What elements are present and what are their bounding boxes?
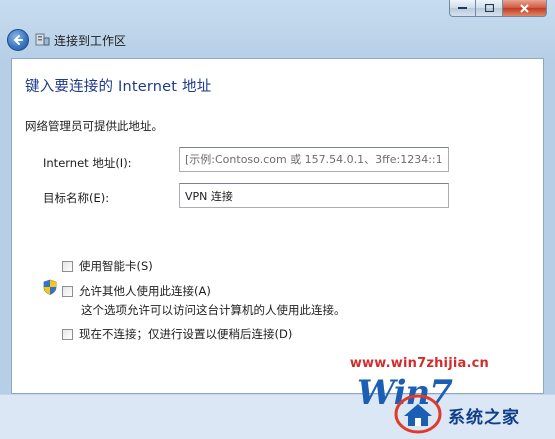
internet-address-input[interactable] bbox=[179, 147, 449, 172]
maximize-icon bbox=[484, 4, 494, 12]
destination-name-input[interactable] bbox=[179, 183, 449, 208]
back-button[interactable] bbox=[7, 29, 29, 51]
caption-buttons bbox=[449, 0, 547, 17]
maximize-button[interactable] bbox=[476, 0, 503, 17]
page-heading: 键入要连接的 Internet 地址 bbox=[25, 79, 212, 95]
smart-card-option[interactable]: 使用智能卡(S) bbox=[62, 258, 153, 274]
watermark-url: www.win7zhijia.cn bbox=[349, 356, 489, 371]
dont-connect-checkbox[interactable] bbox=[62, 328, 73, 340]
destination-name-label: 目标名称(E): bbox=[43, 191, 110, 205]
wizard-title: 连接到工作区 bbox=[54, 34, 127, 48]
navigation-bar: 连接到工作区 bbox=[0, 24, 555, 58]
minimize-icon bbox=[458, 7, 467, 9]
allow-others-option[interactable]: 允许其他人使用此连接(A) bbox=[62, 283, 211, 299]
vpn-wizard-window: 连接到工作区 键入要连接的 Internet 地址 网络管理员可提供此地址。 I… bbox=[0, 0, 555, 439]
smart-card-checkbox[interactable] bbox=[62, 260, 73, 272]
wizard-content-panel: 键入要连接的 Internet 地址 网络管理员可提供此地址。 Internet… bbox=[11, 58, 544, 394]
page-description: 网络管理员可提供此地址。 bbox=[25, 119, 163, 133]
allow-others-note: 这个选项允许可以访问这台计算机的人使用此连接。 bbox=[81, 303, 346, 317]
allow-others-checkbox[interactable] bbox=[62, 285, 73, 297]
close-icon bbox=[520, 3, 529, 13]
watermark-brand: 系统之家 bbox=[448, 408, 520, 428]
dont-connect-option[interactable]: 现在不连接；仅进行设置以便稍后连接(D) bbox=[62, 326, 292, 342]
uac-shield-icon bbox=[43, 279, 57, 295]
watermark-house-icon bbox=[394, 394, 442, 434]
dont-connect-label: 现在不连接；仅进行设置以便稍后连接(D) bbox=[79, 327, 293, 341]
minimize-button[interactable] bbox=[449, 0, 476, 17]
back-arrow-icon bbox=[13, 35, 23, 45]
smart-card-label: 使用智能卡(S) bbox=[79, 259, 153, 273]
allow-others-label: 允许其他人使用此连接(A) bbox=[79, 284, 211, 298]
close-button[interactable] bbox=[503, 0, 547, 17]
internet-address-label: Internet 地址(I): bbox=[43, 156, 132, 170]
workplace-connection-icon bbox=[35, 33, 50, 46]
